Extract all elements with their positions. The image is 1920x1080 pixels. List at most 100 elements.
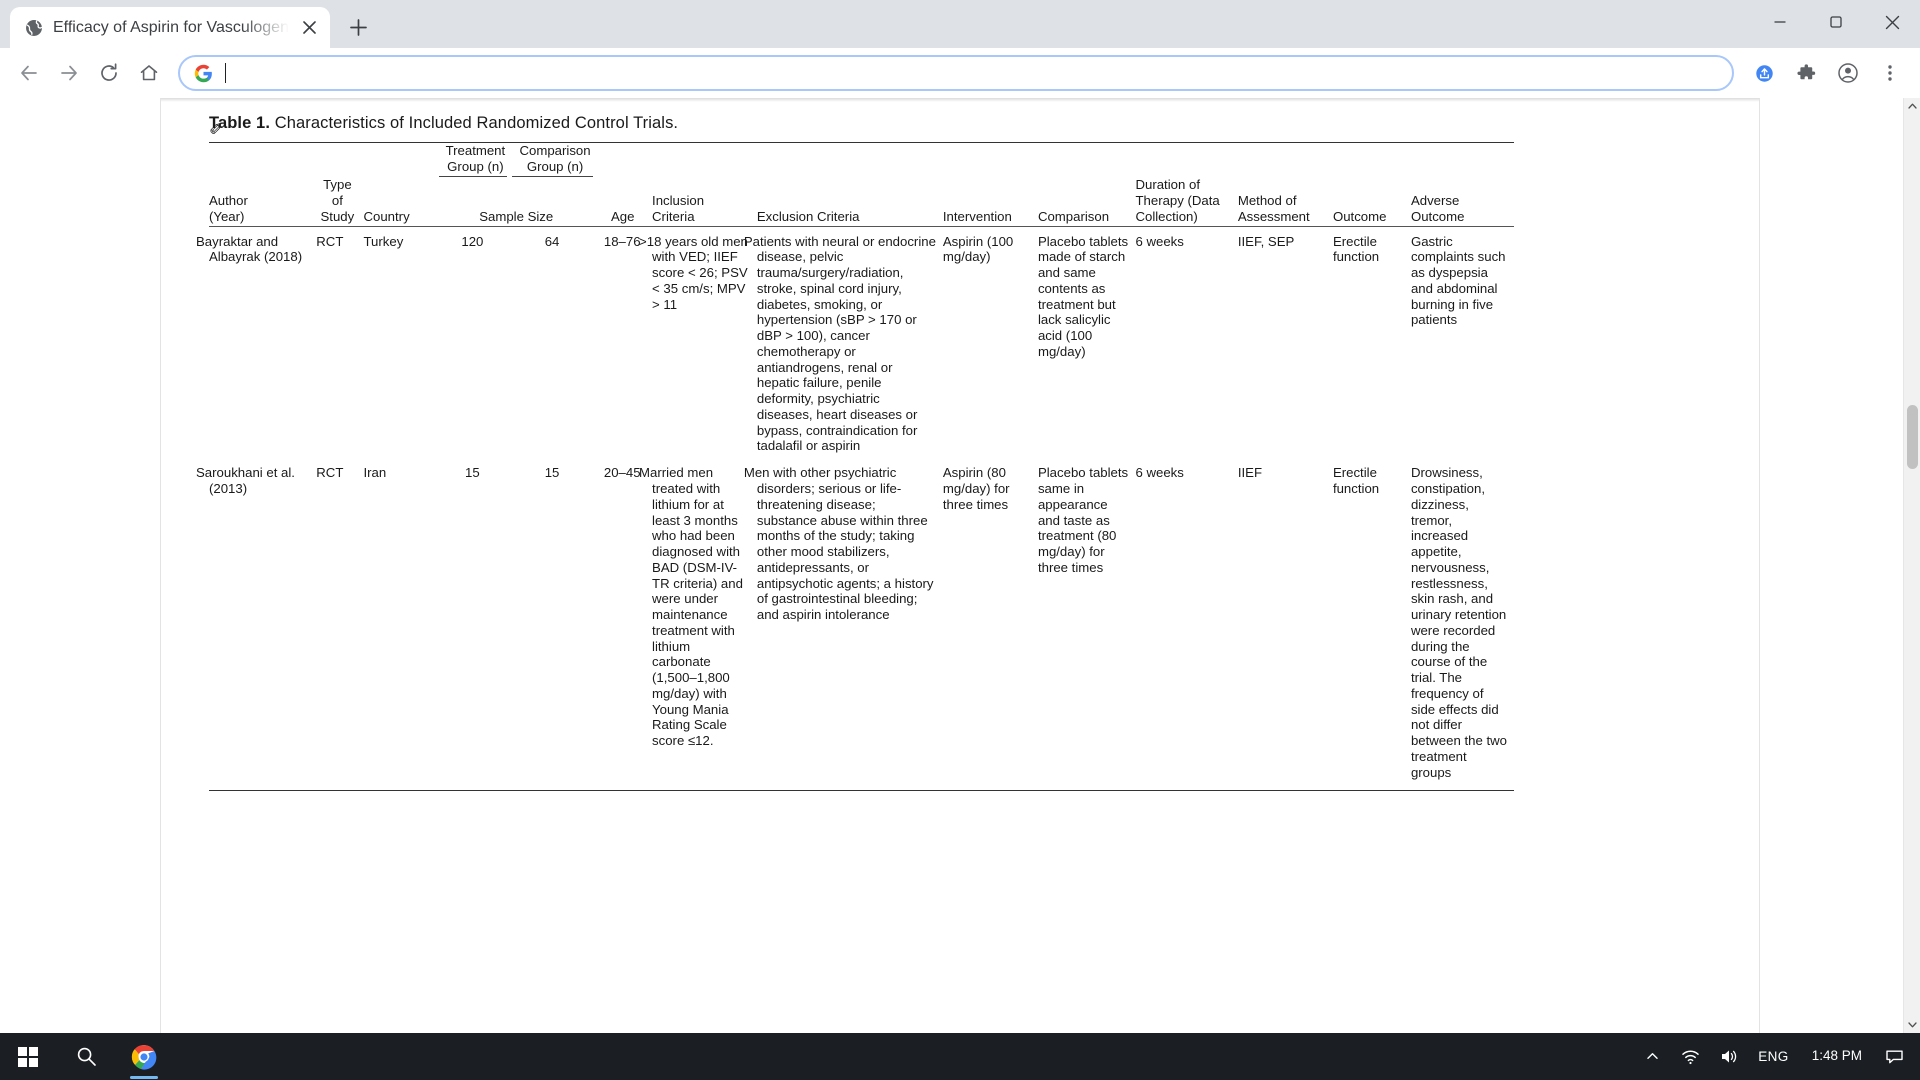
page-top-shadow xyxy=(161,98,1759,102)
col-header-duration-line3: Collection) xyxy=(1135,208,1198,224)
col-header-type-of-study: Type of Study xyxy=(316,177,364,227)
cell-inclusion-criteria: >18 years old men with VED; IIEF score <… xyxy=(639,233,748,312)
taskbar-clock[interactable]: 1:48 PM xyxy=(1802,1048,1872,1065)
account-circle-icon[interactable] xyxy=(1828,53,1868,93)
col-header-inclusion-criteria: Inclusion Criteria xyxy=(652,177,757,227)
globe-icon xyxy=(24,18,44,38)
address-caret xyxy=(225,63,226,83)
col-header-method-line2: Assessment xyxy=(1237,208,1310,224)
tab-strip: Efficacy of Aspirin for Vasculogen xyxy=(0,0,1920,48)
col-header-intervention: Intervention xyxy=(942,177,1038,227)
windows-start-icon[interactable] xyxy=(0,1033,56,1080)
cell-treatment-group-n: 15 xyxy=(465,465,480,481)
table-body: Bayraktar and Albayrak (2018) RCT Turkey… xyxy=(196,226,1514,792)
col-header-exclusion-label: Exclusion Criteria xyxy=(756,208,860,224)
col-header-type-line3: Study xyxy=(320,208,355,224)
treatment-group-span-header: Treatment Group (n) xyxy=(439,142,512,177)
table-caption: Table 1. Characteristics of Included Ran… xyxy=(209,114,1731,133)
document-page: ✐ Table 1. Characteristics of Included R… xyxy=(160,98,1760,1033)
col-header-method-of-assessment: Method of Assessment xyxy=(1237,177,1333,227)
table-span-header-row: Treatment Group (n) Comparison Group (n) xyxy=(209,142,1514,177)
table-row: Bayraktar and Albayrak (2018) RCT Turkey… xyxy=(196,226,1514,458)
chevron-up-icon[interactable] xyxy=(1635,1033,1669,1080)
cell-author: Saroukhani et al. (2013) xyxy=(196,465,295,496)
col-header-country: Country xyxy=(363,177,440,227)
speaker-icon[interactable] xyxy=(1711,1033,1745,1080)
cell-intervention: Aspirin (100 mg/day) xyxy=(942,233,1014,265)
col-header-type-line2: of xyxy=(331,193,343,209)
table-row: Saroukhani et al. (2013) RCT Iran 15 15 … xyxy=(196,458,1514,784)
col-header-adverse-line1: Adverse xyxy=(1410,193,1460,209)
col-header-type-line1: Type xyxy=(323,177,352,193)
col-header-comparison: Comparison xyxy=(1037,177,1136,227)
document-content: Table 1. Characteristics of Included Ran… xyxy=(161,98,1759,792)
cell-adverse-outcome: Gastric complaints such as dyspepsia and… xyxy=(1410,233,1506,328)
home-icon[interactable] xyxy=(130,54,168,92)
characteristics-table: Treatment Group (n) Comparison Group (n) xyxy=(196,142,1514,792)
wifi-icon[interactable] xyxy=(1673,1033,1707,1080)
comparison-group-line1: Comparison xyxy=(519,143,591,158)
col-header-outcome: Outcome xyxy=(1332,177,1411,227)
col-header-duration-line2: Therapy (Data xyxy=(1135,193,1220,209)
notification-icon[interactable] xyxy=(1876,1033,1912,1080)
side-mark-icon: ✐ xyxy=(209,120,224,139)
cell-exclusion-criteria: Men with other psychiatric disorders; se… xyxy=(743,465,934,623)
right-gutter xyxy=(1760,98,1920,1033)
taskbar-search-icon[interactable] xyxy=(58,1033,114,1080)
cell-comparison: Placebo tablets made of starch and same … xyxy=(1037,233,1129,359)
col-header-duration-line1: Duration of xyxy=(1135,177,1200,193)
window-close-icon[interactable] xyxy=(1864,0,1920,44)
cell-type-of-study: RCT xyxy=(316,233,344,249)
minimize-icon[interactable] xyxy=(1752,0,1808,44)
browser-tab[interactable]: Efficacy of Aspirin for Vasculogen xyxy=(10,7,330,48)
col-header-intervention-label: Intervention xyxy=(942,208,1012,224)
col-header-sample-size-label: Sample Size xyxy=(479,208,554,224)
scroll-up-icon[interactable] xyxy=(1904,98,1920,115)
col-header-sample-size: Sample Size xyxy=(439,177,599,227)
taskbar-tray: ENG 1:48 PM xyxy=(1635,1033,1914,1080)
forward-arrow-icon[interactable] xyxy=(50,54,88,92)
col-header-exclusion-criteria: Exclusion Criteria xyxy=(756,177,943,227)
scrollbar-track[interactable] xyxy=(1904,115,1920,1016)
taskbar-left-group xyxy=(0,1033,172,1080)
cell-duration-of-therapy: 6 weeks xyxy=(1135,465,1184,481)
windows-taskbar: ENG 1:48 PM xyxy=(0,1033,1920,1080)
cell-outcome: Erectile function xyxy=(1332,233,1380,265)
cell-treatment-group-n: 120 xyxy=(461,233,484,249)
plus-icon[interactable] xyxy=(342,10,376,44)
table-caption-text: Characteristics of Included Randomized C… xyxy=(274,114,679,132)
col-header-adverse-outcome: Adverse Outcome xyxy=(1410,177,1514,227)
col-header-inclusion-line1: Inclusion xyxy=(652,193,705,209)
share-icon[interactable] xyxy=(1744,53,1784,93)
cell-age: 18–76 xyxy=(603,233,641,249)
reload-icon[interactable] xyxy=(90,54,128,92)
table-head: Treatment Group (n) Comparison Group (n) xyxy=(209,142,1514,227)
close-icon[interactable] xyxy=(298,16,322,40)
browser-window: Efficacy of Aspirin for Vasculogen ✐ Tab… xyxy=(0,0,1920,1080)
table-column-header-row: Author (Year) Type of Study Country Samp… xyxy=(209,177,1514,227)
page-scrollbar[interactable] xyxy=(1903,98,1920,1033)
maximize-icon[interactable] xyxy=(1808,0,1864,44)
table-bottom-rule-row xyxy=(209,784,1514,792)
back-arrow-icon[interactable] xyxy=(10,54,48,92)
treatment-group-line2: Group (n) xyxy=(447,158,504,174)
scroll-down-icon[interactable] xyxy=(1904,1016,1920,1033)
cell-author: Bayraktar and Albayrak (2018) xyxy=(196,233,303,265)
scrollbar-thumb[interactable] xyxy=(1906,405,1918,469)
col-header-age-label: Age xyxy=(610,208,635,224)
cell-intervention: Aspirin (80 mg/day) for three times xyxy=(942,465,1010,512)
cell-comparison-group-n: 64 xyxy=(544,233,560,249)
browser-toolbar xyxy=(0,48,1920,98)
puzzle-piece-icon[interactable] xyxy=(1786,53,1826,93)
comparison-group-span-header: Comparison Group (n) xyxy=(511,142,599,177)
col-header-adverse-line2: Outcome xyxy=(1410,208,1465,224)
cell-outcome: Erectile function xyxy=(1332,465,1380,496)
three-dot-menu-icon[interactable] xyxy=(1870,53,1910,93)
chrome-icon[interactable] xyxy=(116,1033,172,1080)
language-indicator[interactable]: ENG xyxy=(1749,1049,1797,1064)
col-header-method-line1: Method of xyxy=(1237,193,1297,209)
cell-country: Turkey xyxy=(363,233,404,249)
address-bar[interactable] xyxy=(178,55,1734,91)
cell-age: 20–45 xyxy=(603,465,641,481)
col-header-comparison-label: Comparison xyxy=(1037,208,1110,224)
